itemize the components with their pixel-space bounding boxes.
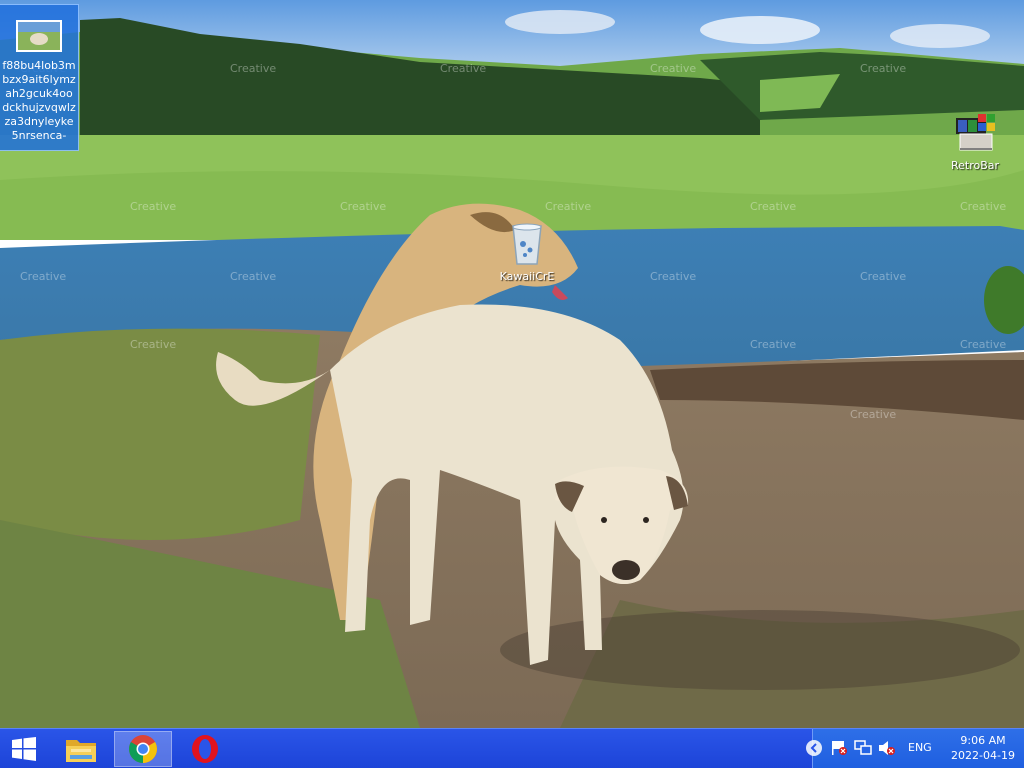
wallpaper-dogs-landscape: Creative Creative Creative Creative Crea…	[0, 0, 1024, 728]
retrobar-app-icon	[956, 114, 995, 151]
svg-text:Creative: Creative	[545, 200, 591, 213]
chrome-icon	[129, 735, 157, 763]
svg-text:Creative: Creative	[340, 200, 386, 213]
desktop-icon-label: KawaiiCrE	[499, 270, 555, 283]
svg-text:Creative: Creative	[960, 338, 1006, 351]
taskbar-opera[interactable]	[182, 731, 228, 767]
system-tray: ENG 9:06 AM 2022-04-19	[806, 729, 1024, 768]
svg-text:Creative: Creative	[230, 62, 276, 75]
folder-icon	[66, 740, 96, 762]
glass-cup-icon	[512, 223, 542, 265]
desktop-icon-label: RetroBar	[950, 159, 1000, 172]
desktop-icon-label: f88bu4lob3mbzx9ait6lymzah2gcuk4oodckhujz…	[2, 59, 76, 142]
network-icon	[854, 740, 872, 755]
opera-icon	[192, 735, 218, 763]
svg-text:Creative: Creative	[860, 270, 906, 283]
taskbar: ENG 9:06 AM 2022-04-19	[0, 728, 1024, 768]
svg-text:Creative: Creative	[130, 338, 176, 351]
svg-text:Creative: Creative	[230, 270, 276, 283]
start-button[interactable]	[4, 731, 44, 767]
desktop-icon-kawaiicre[interactable]: KawaiiCrE	[494, 222, 560, 290]
volume-muted-icon	[879, 741, 895, 755]
svg-text:Creative: Creative	[750, 200, 796, 213]
tray-show-hidden-button[interactable]	[805, 739, 823, 760]
clock-date: 2022-04-19	[951, 749, 1015, 762]
language-indicator[interactable]: ENG	[908, 741, 932, 754]
clock[interactable]: 9:06 AM 2022-04-19	[941, 733, 1024, 763]
svg-text:Creative: Creative	[750, 338, 796, 351]
svg-text:Creative: Creative	[20, 270, 66, 283]
chevron-left-icon	[806, 740, 822, 756]
svg-text:Creative: Creative	[440, 62, 486, 75]
clock-time: 9:06 AM	[960, 734, 1006, 747]
windows-logo-icon	[12, 737, 36, 761]
svg-text:Creative: Creative	[850, 408, 896, 421]
tray-network[interactable]	[854, 740, 872, 759]
tray-action-center[interactable]	[830, 740, 848, 759]
desktop-icon-image-file[interactable]: f88bu4lob3mbzx9ait6lymzah2gcuk4oodckhujz…	[0, 4, 79, 151]
svg-text:Creative: Creative	[860, 62, 906, 75]
svg-text:Creative: Creative	[960, 200, 1006, 213]
taskbar-file-explorer[interactable]	[58, 731, 104, 767]
svg-text:Creative: Creative	[650, 270, 696, 283]
image-file-icon	[16, 20, 62, 52]
flag-alert-icon	[832, 741, 847, 755]
svg-text:Creative: Creative	[650, 62, 696, 75]
desktop: Creative Creative Creative Creative Crea…	[0, 0, 1024, 728]
svg-text:Creative: Creative	[130, 200, 176, 213]
tray-volume[interactable]	[878, 740, 896, 759]
desktop-icon-retrobar[interactable]: RetroBar	[946, 110, 1004, 180]
taskbar-chrome[interactable]	[114, 731, 172, 767]
